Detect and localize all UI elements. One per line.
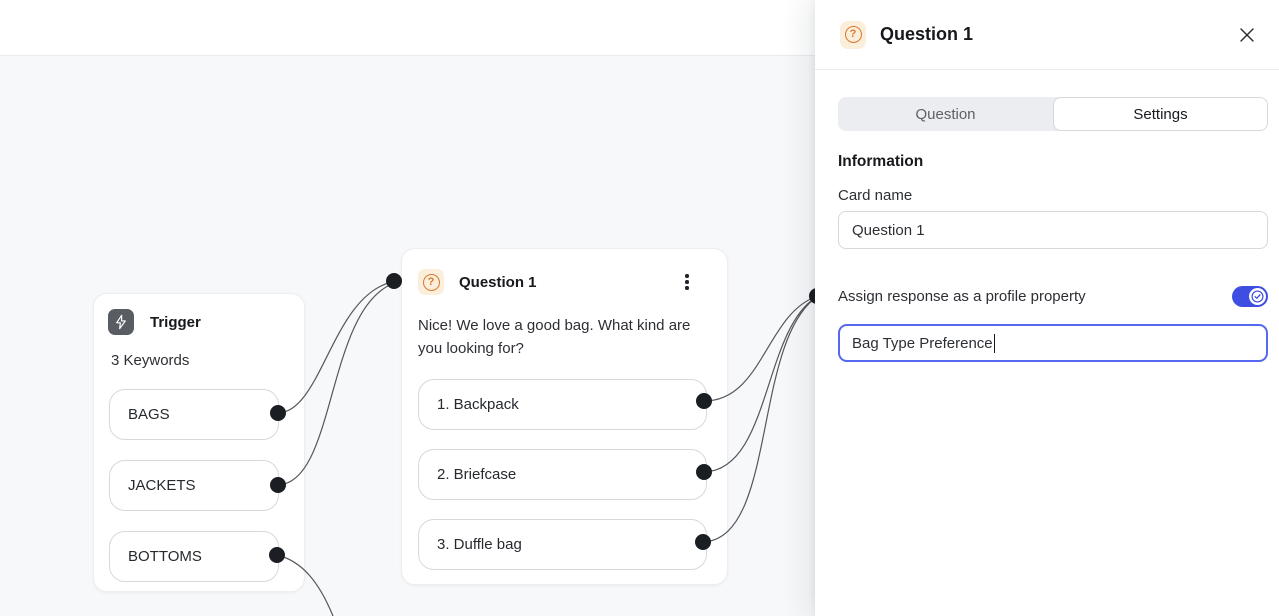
close-icon[interactable] (1235, 23, 1259, 47)
panel-tabs: Question Settings (838, 97, 1268, 131)
trigger-keyword-count: 3 Keywords (111, 352, 290, 369)
keyword-pill-bags[interactable]: BAGS (109, 389, 279, 440)
profile-property-value: Bag Type Preference (852, 335, 993, 352)
assign-profile-property-label: Assign response as a profile property (838, 288, 1086, 305)
keyword-pill-jackets[interactable]: JACKETS (109, 460, 279, 511)
node-menu-kebab-icon[interactable] (677, 270, 697, 294)
panel-title: Question 1 (880, 24, 1235, 45)
profile-property-input[interactable]: Bag Type Preference (838, 324, 1268, 362)
question-node-title: Question 1 (459, 274, 537, 291)
trigger-node-title: Trigger (150, 314, 201, 331)
option-pill-briefcase[interactable]: 2. Briefcase (418, 449, 707, 500)
tab-settings[interactable]: Settings (1053, 97, 1268, 131)
card-name-label: Card name (838, 187, 1268, 204)
keyword-pill-bottoms[interactable]: BOTTOMS (109, 531, 279, 582)
help-circle-icon: ? (840, 21, 866, 49)
information-heading: Information (838, 153, 1268, 171)
help-circle-icon: ? (418, 269, 444, 295)
question-settings-panel: ? Question 1 Question Settings Informati… (815, 0, 1279, 616)
question-node[interactable]: ? Question 1 Nice! We love a good bag. W… (401, 248, 728, 585)
option-pill-backpack[interactable]: 1. Backpack (418, 379, 707, 430)
assign-profile-property-toggle[interactable] (1232, 286, 1268, 307)
tab-question[interactable]: Question (838, 97, 1053, 131)
port-option-duffle[interactable] (695, 534, 711, 550)
port-keyword-jackets[interactable] (270, 477, 286, 493)
option-pill-duffle-bag[interactable]: 3. Duffle bag (418, 519, 707, 570)
question-text: Nice! We love a good bag. What kind are … (418, 314, 718, 360)
trigger-node[interactable]: Trigger 3 Keywords BAGS JACKETS BOTTOMS (93, 293, 305, 592)
top-bar (0, 0, 815, 56)
card-name-input[interactable] (838, 211, 1268, 249)
check-circle-icon (1249, 288, 1266, 305)
trigger-node-header: Trigger (108, 309, 290, 335)
lightning-bolt-icon (108, 309, 134, 335)
question-node-header: ? Question 1 (418, 269, 711, 295)
port-keyword-bags[interactable] (270, 405, 286, 421)
port-keyword-bottoms[interactable] (269, 547, 285, 563)
panel-header: ? Question 1 (815, 0, 1279, 70)
port-option-backpack[interactable] (696, 393, 712, 409)
port-question-input[interactable] (386, 273, 402, 289)
text-caret (994, 334, 996, 353)
port-option-briefcase[interactable] (696, 464, 712, 480)
